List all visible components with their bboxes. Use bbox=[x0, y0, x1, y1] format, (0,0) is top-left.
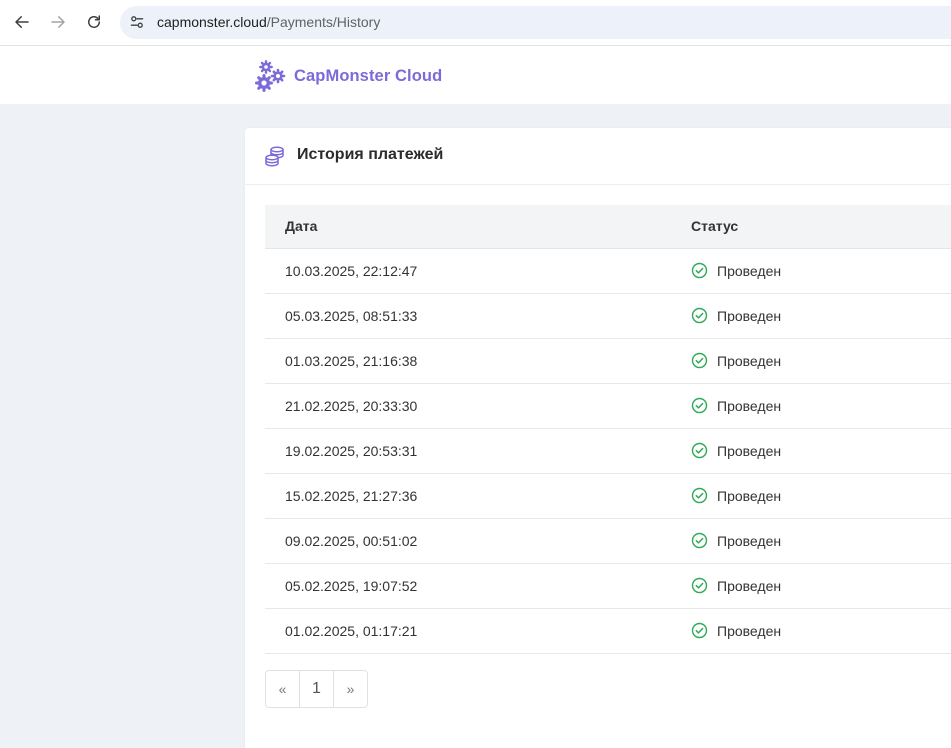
address-bar[interactable]: capmonster.cloud/Payments/History bbox=[120, 6, 951, 39]
pagination: « 1 » bbox=[265, 670, 368, 708]
payment-date: 01.02.2025, 01:17:21 bbox=[285, 623, 418, 639]
status-label: Проведен bbox=[717, 442, 782, 459]
payment-date: 05.03.2025, 08:51:33 bbox=[285, 308, 418, 324]
gears-logo-icon bbox=[255, 60, 286, 92]
table-row: 19.02.2025, 20:53:31 Проведен bbox=[265, 429, 951, 474]
check-circle-icon bbox=[691, 442, 708, 459]
browser-toolbar: capmonster.cloud/Payments/History bbox=[0, 0, 951, 46]
status-label: Проведен bbox=[717, 577, 782, 594]
site-info-icon[interactable] bbox=[128, 13, 146, 31]
forward-button[interactable] bbox=[47, 11, 69, 33]
logo[interactable]: CapMonster Cloud bbox=[253, 59, 442, 93]
column-header-date[interactable]: Дата bbox=[285, 218, 317, 234]
payment-status: Проведен bbox=[691, 487, 781, 504]
status-label: Проведен bbox=[717, 307, 782, 324]
payment-status: Проведен bbox=[691, 352, 781, 369]
table-row: 01.02.2025, 01:17:21 Проведен bbox=[265, 609, 951, 654]
status-label: Проведен bbox=[717, 352, 782, 369]
back-button[interactable] bbox=[11, 11, 33, 33]
table-header: Дата Статус bbox=[265, 205, 951, 249]
table-row: 01.03.2025, 21:16:38 Проведен bbox=[265, 339, 951, 384]
coins-stack-icon bbox=[265, 146, 284, 167]
payment-status: Проведен bbox=[691, 577, 781, 594]
table-row: 10.03.2025, 22:12:47 Проведен bbox=[265, 249, 951, 294]
url-text[interactable]: capmonster.cloud/Payments/History bbox=[157, 14, 380, 30]
table-row: 15.02.2025, 21:27:36 Проведен bbox=[265, 474, 951, 519]
payment-date: 21.02.2025, 20:33:30 bbox=[285, 398, 418, 414]
table-row: 09.02.2025, 00:51:02 Проведен bbox=[265, 519, 951, 564]
payment-status: Проведен bbox=[691, 442, 781, 459]
payment-date: 01.03.2025, 21:16:38 bbox=[285, 353, 418, 369]
pagination-next-button[interactable]: » bbox=[334, 671, 367, 707]
payment-date: 10.03.2025, 22:12:47 bbox=[285, 263, 418, 279]
table-row: 05.02.2025, 19:07:52 Проведен bbox=[265, 564, 951, 609]
payment-history-card: История платежей Дата Статус 10.03.2025,… bbox=[245, 128, 951, 748]
table-row: 05.03.2025, 08:51:33 Проведен bbox=[265, 294, 951, 339]
status-label: Проведен bbox=[717, 622, 782, 639]
payment-status: Проведен bbox=[691, 397, 781, 414]
arrow-left-icon bbox=[15, 16, 29, 28]
table-body: 10.03.2025, 22:12:47 Проведен 05.03.2025, … bbox=[265, 249, 951, 654]
status-label: Проведен bbox=[717, 397, 782, 414]
payment-status: Проведен bbox=[691, 532, 781, 549]
status-label: Проведен bbox=[717, 262, 782, 279]
check-circle-icon bbox=[691, 487, 708, 504]
check-circle-icon bbox=[691, 577, 708, 594]
url-path: /Payments/History bbox=[266, 14, 381, 30]
check-circle-icon bbox=[691, 622, 708, 639]
reload-icon bbox=[88, 15, 100, 28]
payment-status: Проведен bbox=[691, 307, 781, 324]
check-circle-icon bbox=[691, 352, 708, 369]
payments-table: Дата Статус 10.03.2025, 22:12:47 Проведен… bbox=[265, 205, 951, 654]
site-header: CapMonster Cloud bbox=[0, 46, 951, 104]
payment-date: 15.02.2025, 21:27:36 bbox=[285, 488, 418, 504]
url-host: capmonster.cloud bbox=[157, 14, 267, 30]
column-header-status[interactable]: Статус bbox=[691, 218, 738, 234]
status-label: Проведен bbox=[717, 487, 782, 504]
payment-date: 09.02.2025, 00:51:02 bbox=[285, 533, 418, 549]
arrow-right-icon bbox=[51, 16, 65, 28]
card-title: История платежей bbox=[297, 146, 444, 163]
logo-text: CapMonster Cloud bbox=[294, 66, 443, 85]
pagination-page-1[interactable]: 1 bbox=[300, 671, 334, 707]
payment-date: 19.02.2025, 20:53:31 bbox=[285, 443, 418, 459]
table-row: 21.02.2025, 20:33:30 Проведен bbox=[265, 384, 951, 429]
payment-status: Проведен bbox=[691, 622, 781, 639]
check-circle-icon bbox=[691, 262, 708, 279]
card-header: История платежей bbox=[245, 128, 951, 185]
status-label: Проведен bbox=[717, 532, 782, 549]
reload-button[interactable] bbox=[83, 11, 105, 33]
check-circle-icon bbox=[691, 397, 708, 414]
payment-status: Проведен bbox=[691, 262, 781, 279]
check-circle-icon bbox=[691, 307, 708, 324]
check-circle-icon bbox=[691, 532, 708, 549]
pagination-prev-button[interactable]: « bbox=[266, 671, 300, 707]
payment-date: 05.02.2025, 19:07:52 bbox=[285, 578, 418, 594]
